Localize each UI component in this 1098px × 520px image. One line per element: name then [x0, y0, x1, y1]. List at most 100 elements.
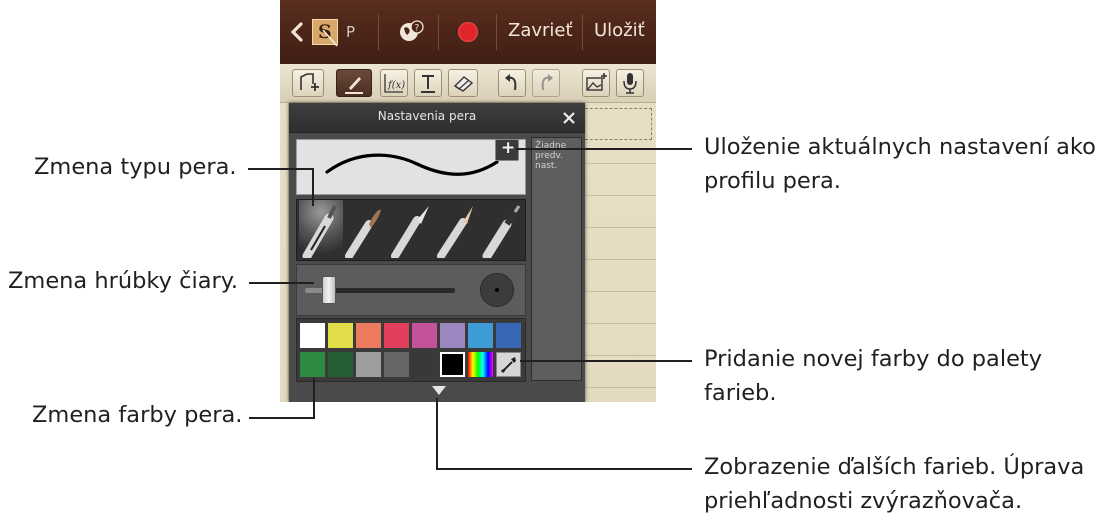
color-swatch[interactable] [384, 352, 409, 377]
color-swatch[interactable] [440, 323, 465, 348]
color-spectrum-swatch[interactable] [468, 352, 493, 377]
insert-image-button[interactable] [582, 69, 610, 97]
pen-icon [345, 77, 363, 94]
paper-line [580, 387, 656, 388]
insert-image-icon [586, 73, 607, 91]
undo-button[interactable] [498, 69, 526, 97]
paper-line [580, 259, 656, 260]
leader-line-save-settings [516, 148, 692, 150]
leader-line-more-colors-h [436, 468, 692, 470]
add-preset-button[interactable]: + [495, 138, 519, 161]
thickness-dot [495, 288, 499, 292]
svg-text:f(x): f(x) [387, 80, 405, 91]
pen-type-highlighter[interactable] [481, 202, 525, 258]
color-swatch-selected[interactable] [440, 352, 465, 377]
redo-button[interactable] [532, 69, 560, 97]
callout-save-settings-2: profilu pera. [704, 168, 841, 194]
svg-text:?: ? [415, 24, 420, 34]
pen-preview [296, 139, 526, 195]
chevron-left-icon [290, 22, 303, 42]
pen-stroke-preview [325, 153, 499, 176]
tab-title[interactable]: P [346, 23, 355, 41]
pen-type-brush[interactable] [343, 202, 387, 258]
new-page-button[interactable] [292, 69, 324, 97]
thickness-panel [296, 264, 526, 316]
pen-type-pen[interactable] [299, 202, 343, 258]
action-bar-divider [378, 14, 379, 50]
language-button[interactable]: ? [398, 20, 424, 44]
callout-save-settings-1: Uloženie aktuálnych nastavení ako [704, 134, 1096, 160]
paper-line [580, 195, 656, 196]
eyedropper-icon [500, 357, 516, 374]
close-note-button[interactable]: Zavrieť [508, 20, 573, 41]
paper-line [580, 291, 656, 292]
color-swatch[interactable] [356, 352, 381, 377]
add-color-button[interactable] [496, 352, 521, 377]
s-note-screen: S P ? Zavrieť Uložiť [280, 0, 656, 402]
globe-question-icon: ? [400, 20, 424, 41]
undo-icon [505, 74, 517, 91]
leader-line-more-colors-v [436, 398, 438, 470]
color-swatch[interactable] [300, 323, 325, 348]
thickness-slider-handle[interactable] [322, 276, 336, 304]
leader-line-pen-type-v [312, 168, 314, 206]
formula-icon: f(x) [384, 74, 405, 93]
text-icon [421, 75, 435, 93]
formula-button[interactable]: f(x) [380, 69, 408, 97]
color-swatch[interactable] [328, 352, 353, 377]
thickness-preview-circle [480, 273, 514, 307]
close-panel-button[interactable] [560, 109, 578, 127]
action-bar-divider [496, 14, 497, 50]
callout-add-color-1: Pridanie novej farby do palety [704, 346, 1043, 372]
new-page-icon [300, 73, 319, 91]
color-swatch[interactable] [356, 323, 381, 348]
callout-more-colors-2: priehľadnosti zvýrazňovača. [704, 488, 1023, 514]
action-bar-divider [582, 14, 583, 50]
color-swatch[interactable] [468, 323, 493, 348]
leader-line-pen-type-h [248, 168, 314, 170]
pen-settings-title-bar: Nastavenia pera [289, 103, 585, 133]
color-palette [296, 318, 526, 382]
callout-pen-color: Zmena farby pera. [32, 402, 243, 428]
eraser-button[interactable] [448, 69, 478, 97]
color-swatch[interactable] [300, 352, 325, 377]
callout-add-color-2: farieb. [704, 380, 777, 406]
redo-icon [541, 74, 553, 91]
callout-more-colors-1: Zobrazenie ďalších farieb. Úprava [704, 454, 1085, 480]
leader-line-add-color [520, 360, 692, 362]
paper-line [580, 355, 656, 356]
callout-pen-type: Zmena typu pera. [34, 154, 237, 180]
leader-line-color-v [313, 378, 315, 419]
color-swatch[interactable] [412, 352, 437, 377]
pen-type-marker[interactable] [435, 202, 479, 258]
color-swatch[interactable] [384, 323, 409, 348]
pen-presets-list[interactable]: Žiadne predv. nast. [531, 137, 582, 381]
no-presets-text: Žiadne predv. nast. [535, 141, 567, 171]
color-swatch[interactable] [412, 323, 437, 348]
text-box-outline [580, 108, 652, 140]
editing-toolbar: f(x) [280, 64, 656, 103]
callout-line-thickness: Zmena hrúbky čiary. [8, 268, 239, 294]
save-note-button[interactable]: Uložiť [594, 20, 645, 41]
color-swatch[interactable] [328, 323, 353, 348]
action-bar: S P ? Zavrieť Uložiť [280, 0, 656, 64]
leader-line-thickness [249, 282, 314, 284]
pen-tool-button[interactable] [336, 69, 372, 97]
back-button[interactable] [288, 18, 306, 46]
color-swatch[interactable] [496, 323, 521, 348]
more-colors-arrow[interactable] [432, 386, 446, 395]
leader-line-color-h [249, 417, 315, 419]
text-button[interactable] [414, 69, 442, 97]
pen-settings-title: Nastavenia pera [377, 109, 477, 123]
voice-input-button[interactable] [616, 69, 644, 97]
paper-line [580, 163, 656, 164]
eraser-icon [453, 76, 474, 92]
add-preset-label: + [501, 138, 516, 158]
action-bar-divider [438, 14, 439, 50]
record-button[interactable] [458, 22, 478, 42]
s-note-app-icon[interactable]: S [312, 19, 338, 47]
microphone-icon [623, 73, 637, 94]
pen-type-pencil[interactable] [389, 202, 433, 258]
paper-line [580, 227, 656, 228]
pen-nib-overlay-icon [322, 29, 338, 47]
